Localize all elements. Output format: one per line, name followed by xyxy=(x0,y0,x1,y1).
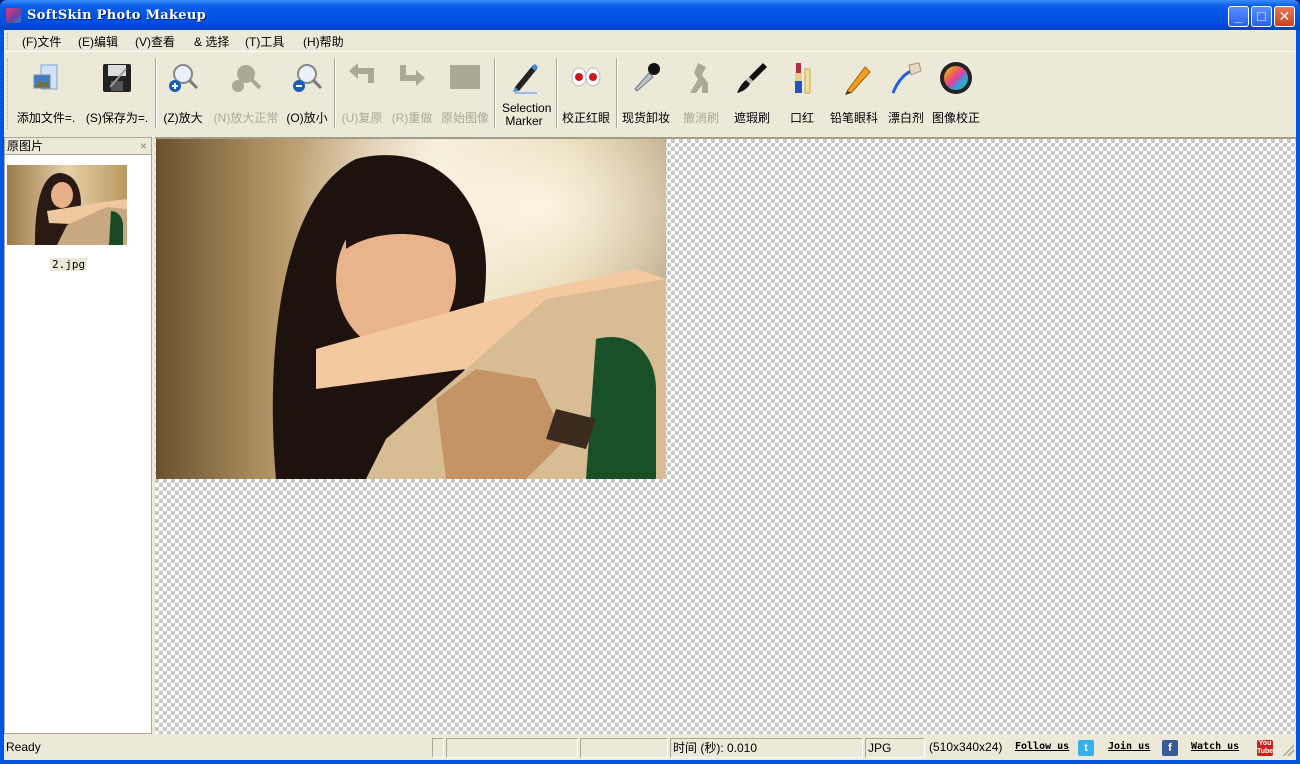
file-name-label[interactable]: 2.jpg xyxy=(50,258,88,271)
menu-select[interactable]: & 选择 xyxy=(194,33,229,50)
zoom-out-button[interactable]: (O)放小 xyxy=(284,55,330,133)
eyeliner-pencil-button[interactable]: 铅笔眼科 xyxy=(827,55,881,133)
menu-bar: (F)文件 (E)编辑 (V)查看 & 选择 (T)工具 (H)帮助 xyxy=(4,30,1296,52)
close-button[interactable]: ✕ xyxy=(1274,6,1295,27)
lipstick-icon xyxy=(795,63,811,94)
concealer-brush-button[interactable]: 遮瑕刷 xyxy=(729,55,775,133)
red-eye-button[interactable]: 校正红眼 xyxy=(560,55,612,133)
redo-icon xyxy=(400,65,425,86)
watch-us-link[interactable]: Watch us xyxy=(1191,741,1239,752)
status-pane xyxy=(432,738,444,758)
add-file-icon xyxy=(33,64,58,90)
pencil-icon xyxy=(845,66,871,95)
photo-image[interactable] xyxy=(156,139,666,479)
marker-icon xyxy=(513,64,538,94)
zoom-normal-icon xyxy=(232,65,262,92)
whitening-button[interactable]: 漂白剂 xyxy=(883,55,929,133)
twitter-icon[interactable]: t xyxy=(1078,740,1094,756)
brush-icon xyxy=(737,63,767,93)
menu-file[interactable]: (F)文件 xyxy=(22,33,61,50)
app-window: SoftSkin Photo Makeup _ □ ✕ (F)文件 (E)编辑 … xyxy=(0,0,1300,764)
menu-help[interactable]: (H)帮助 xyxy=(303,33,344,50)
status-time: 时间 (秒): 0.010 xyxy=(670,738,863,758)
status-format: JPG xyxy=(865,738,925,758)
toolbar-separator xyxy=(556,58,558,128)
status-bar: Ready 时间 (秒): 0.010 JPG (510x340x24) Fol… xyxy=(4,736,1296,760)
follow-us-link[interactable]: Follow us xyxy=(1015,741,1069,752)
toolbar-grip[interactable] xyxy=(7,59,10,129)
toolbar-separator xyxy=(494,58,496,128)
portrait-photo xyxy=(156,139,666,479)
minimize-button[interactable]: _ xyxy=(1228,6,1249,27)
status-ready: Ready xyxy=(6,740,41,754)
toolbar-separator xyxy=(334,58,336,128)
status-pane xyxy=(580,738,668,758)
thumbnail-image xyxy=(7,165,127,245)
status-dimensions: (510x340x24) xyxy=(929,740,1003,754)
original-image-icon xyxy=(450,65,480,89)
toolbar-separator xyxy=(616,58,618,128)
zoom-in-icon xyxy=(169,64,199,92)
app-icon xyxy=(6,8,21,23)
facebook-icon[interactable]: f xyxy=(1162,740,1178,756)
redo-button[interactable]: (R)重做 xyxy=(389,55,435,133)
menu-view[interactable]: (V)查看 xyxy=(135,33,175,50)
client-area: (F)文件 (E)编辑 (V)查看 & 选择 (T)工具 (H)帮助 添加文件=… xyxy=(4,30,1296,760)
undo-button[interactable]: (U)复原 xyxy=(339,55,385,133)
panel-title: 原图片 xyxy=(7,139,44,153)
color-wheel-icon xyxy=(940,62,972,94)
spot-removal-button[interactable]: 现货卸妆 xyxy=(619,55,673,133)
selection-marker-button[interactable]: Selection Marker xyxy=(498,55,551,133)
title-bar[interactable]: SoftSkin Photo Makeup _ □ ✕ xyxy=(0,0,1300,30)
zoom-normal-button[interactable]: (N)放大正常 xyxy=(210,55,282,133)
original-image-button[interactable]: 原始图像 xyxy=(437,55,493,133)
image-correction-button[interactable]: 图像校正 xyxy=(929,55,983,133)
file-thumbnail[interactable] xyxy=(7,165,127,245)
undo-brush-button[interactable]: 撤消刷 xyxy=(675,55,727,133)
image-canvas[interactable] xyxy=(155,137,1296,734)
dropper-icon xyxy=(634,63,660,92)
panel-header: 原图片 × xyxy=(5,138,151,155)
add-file-button[interactable]: 添加文件=. xyxy=(14,55,78,133)
menu-tools[interactable]: (T)工具 xyxy=(245,33,284,50)
youtube-icon[interactable]: You Tube xyxy=(1257,740,1273,756)
save-as-button[interactable]: (S)保存为=. xyxy=(82,55,152,133)
window-title: SoftSkin Photo Makeup xyxy=(27,8,207,23)
menu-edit[interactable]: (E)编辑 xyxy=(78,33,118,50)
join-us-link[interactable]: Join us xyxy=(1108,741,1150,752)
lipstick-button[interactable]: 口红 xyxy=(779,55,825,133)
toolbar-separator xyxy=(155,58,157,128)
toothbrush-icon xyxy=(891,62,922,94)
resize-grip[interactable] xyxy=(1282,744,1294,756)
maximize-button[interactable]: □ xyxy=(1251,6,1272,27)
zoom-out-icon xyxy=(293,64,323,92)
menu-grip[interactable] xyxy=(7,33,10,49)
panel-close-button[interactable]: × xyxy=(140,138,147,154)
undo-brush-icon xyxy=(690,63,708,93)
status-pane xyxy=(446,738,578,758)
red-eye-icon xyxy=(571,67,601,87)
original-image-panel: 原图片 × 2.jpg xyxy=(4,137,152,734)
save-icon xyxy=(103,64,131,92)
undo-icon xyxy=(349,63,374,83)
zoom-in-button[interactable]: (Z)放大 xyxy=(160,55,206,133)
toolbar: 添加文件=. (S)保存为=. (Z)放大 (N)放大正常 (O)放小 (U)复… xyxy=(4,53,996,154)
